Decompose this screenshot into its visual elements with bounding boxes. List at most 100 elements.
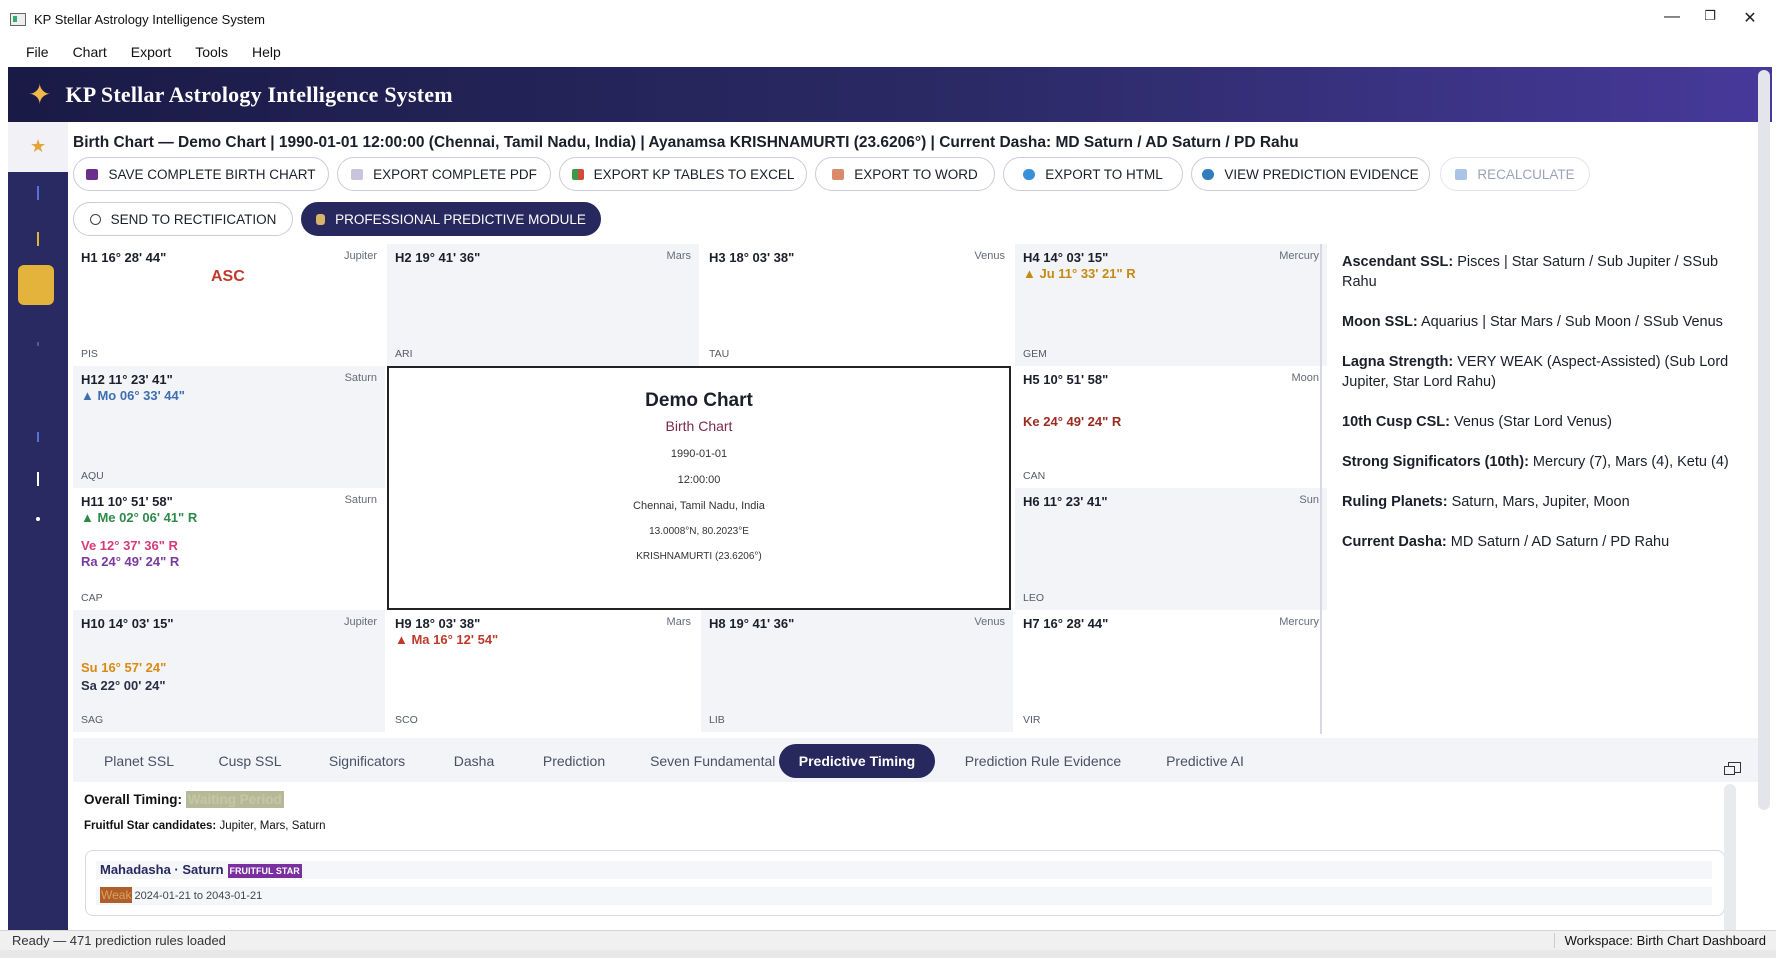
house-cell-h11[interactable]: H11 10° 51' 58" Saturn ▲ Me 02° 06' 41" … — [73, 488, 385, 610]
tab-cusp-ssl[interactable]: Cusp SSL — [195, 744, 305, 778]
strength-badge: Weak — [100, 887, 133, 903]
bar-chart-icon — [571, 168, 584, 180]
sign-label: LEO — [1023, 592, 1045, 604]
rail-item-1[interactable] — [37, 186, 39, 200]
tab-prediction[interactable]: Prediction — [519, 744, 629, 778]
house-degree: H6 11° 23' 41" — [1023, 494, 1108, 509]
fruitful-star-badge: FRUITFUL STAR — [227, 863, 302, 878]
title-bar: KP Stellar Astrology Intelligence System… — [0, 0, 1776, 38]
rail-item-4[interactable] — [37, 342, 39, 346]
recalculate-button[interactable]: RECALCULATE — [1440, 157, 1590, 191]
house-lord: Mars — [666, 616, 691, 628]
house-cell-h9[interactable]: H9 18° 03' 38" Mars ▲ Ma 16° 12' 54" SCO — [387, 610, 699, 732]
house-cell-h4[interactable]: H4 14° 03' 15" Mercury ▲ Ju 11° 33' 21" … — [1015, 244, 1327, 366]
house-lord: Saturn — [344, 372, 377, 384]
mahadasha-card[interactable]: Mahadasha · Saturn FRUITFUL STAR Weak 2024… — [85, 850, 1725, 916]
app-icon — [10, 12, 26, 26]
tab-dasha[interactable]: Dasha — [429, 744, 519, 778]
tab-prediction-rule-evidence[interactable]: Prediction Rule Evidence — [943, 744, 1143, 778]
house-lord: Sun — [1299, 494, 1319, 506]
sign-label: AQU — [81, 470, 104, 482]
menu-bar: File Chart Export Tools Help — [0, 38, 1776, 66]
splitter[interactable] — [1320, 244, 1322, 734]
house-cell-h3[interactable]: H3 18° 03' 38" Venus TAU — [701, 244, 1013, 366]
export-html-button[interactable]: EXPORT TO HTML — [1003, 157, 1183, 191]
view-evidence-button[interactable]: VIEW PREDICTION EVIDENCE — [1191, 157, 1430, 191]
sign-label: TAU — [709, 348, 730, 360]
planet-rahu: Ra 24° 49' 24" R — [81, 554, 180, 569]
mahadasha-period-row: Weak 2024-01-21 to 2043-01-21 — [96, 887, 1712, 905]
rail-item-5[interactable] — [37, 432, 39, 442]
house-degree: H8 19° 41' 36" — [709, 616, 795, 631]
house-lord: Mercury — [1279, 616, 1319, 628]
clock-icon — [89, 213, 101, 225]
menu-export[interactable]: Export — [119, 44, 183, 60]
house-cell-h5[interactable]: H5 10° 51' 58" Moon Ke 24° 49' 24" R CAN — [1015, 366, 1327, 488]
mahadasha-label: Mahadasha · Saturn — [100, 862, 224, 877]
sign-label: VIR — [1023, 714, 1041, 726]
magnifier-icon — [1202, 168, 1215, 180]
tab-predictive-ai[interactable]: Predictive AI — [1143, 744, 1267, 778]
menu-chart[interactable]: Chart — [61, 44, 119, 60]
house-lord: Moon — [1291, 372, 1319, 384]
minimize-button[interactable]: — — [1652, 8, 1692, 26]
overall-timing: Overall Timing: Waiting Period — [84, 791, 284, 808]
house-lord: Mars — [666, 250, 691, 262]
refresh-icon — [1455, 168, 1468, 180]
sign-label: CAN — [1023, 470, 1046, 482]
maximize-button[interactable]: ❐ — [1690, 8, 1730, 24]
house-lord: Jupiter — [343, 616, 377, 628]
house-degree: H4 14° 03' 15" — [1023, 250, 1109, 265]
predictive-timing-panel: Overall Timing: Waiting Period Fruitful … — [73, 782, 1733, 922]
star-logo-icon: ✦ — [28, 79, 52, 110]
chart-center-panel: Demo Chart Birth Chart 1990-01-01 12:00:… — [387, 366, 1011, 610]
rail-item-6[interactable] — [37, 472, 39, 486]
planet-mars: ▲ Ma 16° 12' 54" — [395, 632, 499, 647]
professional-predictive-button[interactable]: PROFESSIONAL PREDICTIVE MODULE — [301, 202, 601, 236]
house-cell-h1[interactable]: H1 16° 28' 44" Jupiter ASC PIS — [73, 244, 385, 366]
close-button[interactable]: ✕ — [1730, 8, 1770, 28]
tab-planet-ssl[interactable]: Planet SSL — [83, 744, 195, 778]
window-scrollbar[interactable] — [1758, 70, 1770, 810]
planet-moon: ▲ Mo 06° 33' 44" — [81, 388, 185, 403]
app-title: KP Stellar Astrology Intelligence System — [65, 81, 453, 107]
house-cell-h8[interactable]: H8 19° 41' 36" Venus LIB — [701, 610, 1013, 732]
house-cell-h6[interactable]: H6 11° 23' 41" Sun LEO — [1015, 488, 1327, 610]
house-degree: H9 18° 03' 38" — [395, 616, 481, 631]
house-lord: Saturn — [344, 494, 377, 506]
birth-date: 1990-01-01 — [670, 448, 728, 460]
tab-significators[interactable]: Significators — [305, 744, 429, 778]
house-degree: H1 16° 28' 44" — [81, 250, 167, 265]
planet-jupiter: ▲ Ju 11° 33' 21" R — [1023, 266, 1136, 281]
tab-predictive-timing[interactable]: Predictive Timing — [779, 744, 935, 778]
content-scrollbar[interactable] — [1724, 784, 1736, 934]
export-excel-button[interactable]: EXPORT KP TABLES TO EXCEL — [559, 157, 807, 191]
house-cell-h10[interactable]: H10 14° 03' 15" Jupiter Su 16° 57' 24" S… — [73, 610, 385, 732]
house-degree: H10 14° 03' 15" — [81, 616, 174, 631]
sign-label: GEM — [1023, 348, 1047, 360]
menu-tools[interactable]: Tools — [183, 44, 240, 60]
house-cell-h7[interactable]: H7 16° 28' 44" Mercury VIR — [1015, 610, 1327, 732]
ascendant-marker: ASC — [211, 268, 245, 285]
sign-label: CAP — [81, 592, 103, 604]
export-pdf-button[interactable]: EXPORT COMPLETE PDF — [337, 157, 551, 191]
export-word-button[interactable]: EXPORT TO WORD — [815, 157, 995, 191]
planet-saturn: Sa 22° 00' 24" — [81, 678, 166, 693]
undock-icon[interactable] — [1724, 762, 1741, 775]
house-cell-h2[interactable]: H2 19° 41' 36" Mars ARI — [387, 244, 699, 366]
notepad-icon — [832, 168, 845, 180]
rail-item-2[interactable] — [37, 232, 39, 246]
planet-sun: Su 16° 57' 24" — [81, 660, 167, 675]
menu-help[interactable]: Help — [240, 44, 293, 60]
send-to-rectification-button[interactable]: SEND TO RECTIFICATION — [73, 202, 293, 236]
status-bar: Ready — 471 prediction rules loaded Work… — [0, 930, 1776, 951]
rail-item-active[interactable] — [18, 265, 54, 305]
star-icon[interactable]: ★ — [30, 136, 46, 157]
birth-coordinates: 13.0008°N, 80.2023°E — [649, 526, 749, 537]
house-cell-h12[interactable]: H12 11° 23' 41" Saturn ▲ Mo 06° 33' 44" … — [73, 366, 385, 488]
save-birth-chart-button[interactable]: SAVE COMPLETE BIRTH CHART — [73, 157, 329, 191]
rail-item-7[interactable] — [36, 517, 40, 521]
birth-place: Chennai, Tamil Nadu, India — [633, 500, 765, 512]
planet-venus: Ve 12° 37' 36" R — [81, 538, 178, 553]
menu-file[interactable]: File — [0, 44, 61, 60]
